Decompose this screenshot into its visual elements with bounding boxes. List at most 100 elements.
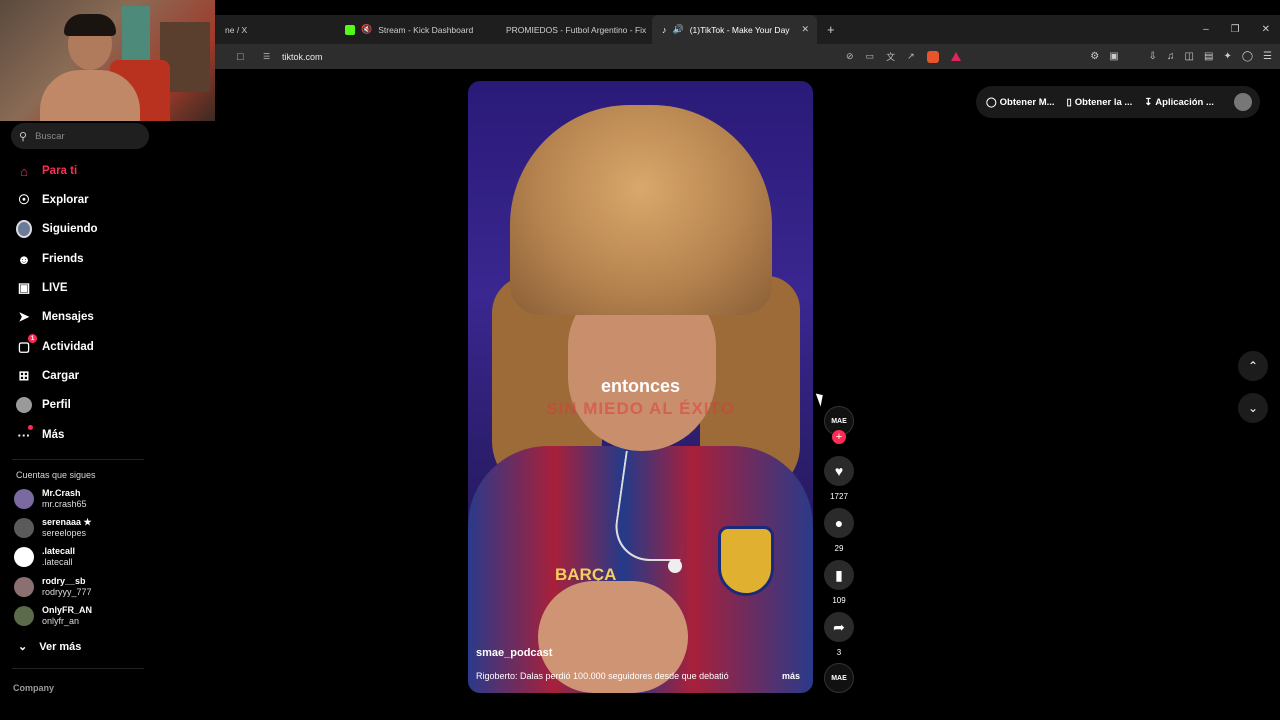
upload-icon: ⊞ [18, 368, 30, 383]
tab-kick[interactable]: 🔇 Stream - Kick Dashboard [335, 15, 490, 44]
account-handle: mr.crash65 [42, 499, 87, 509]
get-coins-label: Obtener M... [999, 96, 1055, 108]
nav-mensajes[interactable]: ➤ Mensajes [16, 309, 94, 325]
share-icon[interactable]: ↗ [907, 51, 915, 62]
video-caption: entonces [600, 376, 681, 396]
get-app-label: Obtener la ... [1074, 96, 1133, 108]
following-account[interactable]: rodry__sb rodryyy_777 [14, 576, 92, 598]
creator-avatar[interactable]: MAE + [822, 406, 856, 444]
get-coins-button[interactable]: ◯ Obtener M... [986, 97, 1055, 108]
address-bar: □ ☰ tiktok.com ⊘ ▭ 文 ↗ ⚙ ▣ ⇩ ♫ ◫ ▤ ✦ ◯ ☰ [215, 44, 1280, 69]
desktop-app-button[interactable]: ↧ Aplicación ... [1144, 97, 1214, 108]
cast-icon[interactable]: ▭ [866, 51, 875, 62]
see-more-label: Ver más [39, 640, 82, 653]
window-controls: – ❐ ✕ [1203, 15, 1280, 44]
divider [12, 459, 144, 460]
menu-icon[interactable]: ☰ [1263, 51, 1272, 62]
video-player[interactable]: BARÇA entonces SIN MIEDO AL ÉXITO smae_p… [468, 81, 813, 693]
brave-shields-icon[interactable] [926, 50, 939, 63]
account-handle: rodryyy_777 [42, 587, 92, 597]
comment-button[interactable]: ● 29 [822, 508, 856, 553]
translate-icon[interactable]: 文 [886, 50, 895, 63]
mute-icon[interactable]: 🔇 [361, 24, 372, 35]
nav-siguiendo[interactable]: Siguiendo [16, 220, 98, 238]
nav-actividad[interactable]: ▢ 1 Actividad [16, 334, 94, 355]
account-name: OnlyFR_AN [42, 605, 93, 615]
account-name: rodry__sb [42, 576, 86, 586]
maximize-icon[interactable]: ❐ [1231, 24, 1240, 35]
user-avatar[interactable] [1234, 93, 1252, 111]
leo-ai-icon[interactable]: ✦ [1223, 51, 1231, 62]
account-name: serenaaa ★ [42, 517, 92, 527]
nav-label: LIVE [42, 282, 68, 294]
no-tracking-icon[interactable]: ⊘ [846, 51, 854, 62]
webcam-door [122, 6, 150, 64]
more-dots-icon: ··· [16, 425, 33, 443]
company-link[interactable]: Company [13, 683, 54, 693]
url-field[interactable]: tiktok.com [282, 52, 323, 62]
nav-label: Friends [42, 253, 84, 265]
following-account[interactable]: serenaaa ★ sereelopes [14, 517, 92, 539]
close-tab-icon[interactable]: ✕ [801, 24, 809, 35]
nav-friends[interactable]: ☻ Friends [16, 251, 84, 267]
tab-promiedos[interactable]: PROMIEDOS - Futbol Argentino - Fix [490, 15, 652, 44]
extensions-icon[interactable]: ⚙ [1090, 51, 1099, 62]
tab-x[interactable]: ne / X [215, 15, 335, 44]
search-icon: ⚲ [19, 130, 28, 143]
nav-mas[interactable]: ··· Más [16, 425, 64, 443]
brave-rewards-icon[interactable] [950, 52, 961, 61]
following-account[interactable]: Mr.Crash mr.crash65 [14, 488, 87, 510]
site-settings-icon[interactable]: ☰ [263, 52, 270, 61]
notification-badge: 1 [28, 334, 37, 343]
sound-disc[interactable]: MAE [822, 663, 856, 693]
share-button[interactable]: ➦ 3 [822, 612, 856, 657]
desktop-app-label: Aplicación ... [1155, 96, 1214, 108]
nav-cargar[interactable]: ⊞ Cargar [16, 368, 80, 384]
tab-label: PROMIEDOS - Futbol Argentino - Fix [506, 24, 647, 35]
kick-icon [345, 24, 355, 35]
nav-label: Siguiendo [42, 223, 98, 235]
bookmark-icon[interactable]: □ [237, 51, 244, 63]
wallet-icon[interactable]: ▤ [1204, 51, 1213, 62]
download-icon[interactable]: ⇩ [1149, 51, 1157, 62]
speaker-icon[interactable]: 🔊 [673, 24, 684, 35]
sidebar: ⚲ Buscar ⌂ Para ti ☉ Explorar Siguiendo … [0, 121, 160, 720]
video-username[interactable]: smae_podcast [476, 647, 552, 659]
see-more-button[interactable]: ⌄ Ver más [18, 640, 82, 654]
like-button[interactable]: ♥ 1727 [822, 456, 856, 501]
follow-plus-icon[interactable]: + [832, 430, 846, 444]
following-account[interactable]: .latecall .latecall [14, 546, 75, 568]
avatar [14, 489, 34, 509]
following-account[interactable]: OnlyFR_AN onlyfr_an [14, 605, 92, 627]
like-count: 1727 [830, 492, 848, 501]
friends-icon: ☻ [17, 251, 31, 267]
account-name: .latecall [42, 546, 76, 556]
get-app-button[interactable]: ▯ Obtener la ... [1067, 97, 1133, 108]
nav-label: Para ti [42, 165, 78, 177]
mouse-cursor [815, 391, 827, 407]
close-window-icon[interactable]: ✕ [1262, 24, 1270, 35]
vpn-icon[interactable]: ◯ [1242, 51, 1253, 62]
screenshot-icon[interactable]: ▣ [1109, 51, 1118, 62]
live-icon: ▣ [17, 280, 31, 295]
video-fur-hat [510, 105, 772, 315]
nav-live[interactable]: ▣ LIVE [16, 280, 68, 296]
video-more-button[interactable]: más [782, 671, 800, 681]
save-button[interactable]: ▮ 109 [822, 560, 856, 605]
nav-para-ti[interactable]: ⌂ Para ti [16, 163, 77, 179]
activity-icon: ▢ 1 [16, 334, 37, 355]
account-name: Mr.Crash [42, 488, 81, 498]
previous-video-button[interactable]: ⌃ [1238, 351, 1268, 381]
new-dot [28, 425, 33, 430]
compass-icon: ☉ [18, 192, 30, 207]
minimize-icon[interactable]: – [1203, 24, 1209, 35]
nav-explorar[interactable]: ☉ Explorar [16, 192, 89, 208]
chevron-up-icon: ⌃ [1247, 359, 1259, 373]
media-icon[interactable]: ♫ [1167, 51, 1175, 62]
sidebar-toggle-icon[interactable]: ◫ [1185, 51, 1194, 62]
search-input[interactable]: ⚲ Buscar [11, 123, 149, 149]
tab-tiktok[interactable]: ♪ 🔊 (1)TikTok - Make Your Day ✕ [652, 15, 817, 44]
nav-perfil[interactable]: Perfil [16, 397, 71, 413]
next-video-button[interactable]: ⌄ [1238, 393, 1268, 423]
new-tab-button[interactable]: + [817, 15, 845, 44]
